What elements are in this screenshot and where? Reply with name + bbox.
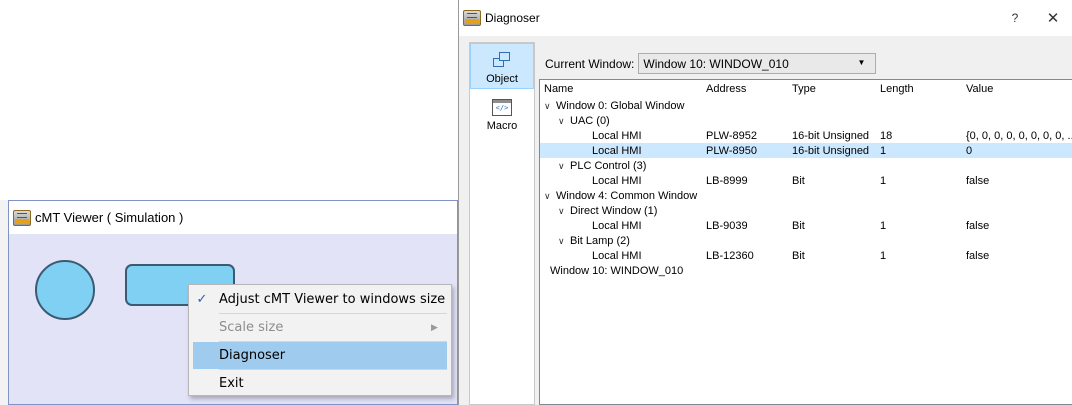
- tree-row[interactable]: ∨ UAC (0): [540, 113, 1072, 128]
- menu-item-scale-size[interactable]: Scale size ▶: [189, 314, 451, 341]
- chevron-down-icon[interactable]: ∨: [558, 236, 570, 247]
- current-window-label: Current Window:: [545, 56, 635, 71]
- current-window-value: Window 10: WINDOW_010: [643, 56, 789, 71]
- menu-item-label: Diagnoser: [219, 348, 286, 363]
- viewer-title-bar[interactable]: cMT Viewer ( Simulation ): [9, 201, 457, 234]
- current-window-row: Current Window: Window 10: WINDOW_010 ▼: [545, 53, 877, 74]
- column-header-type[interactable]: Type: [792, 83, 880, 95]
- tree-row[interactable]: Local HMI PLW-8952 16-bit Unsigned 18 {0…: [540, 128, 1072, 143]
- macro-icon: </>: [492, 99, 512, 116]
- menu-item-diagnoser[interactable]: Diagnoser: [193, 342, 447, 369]
- tab-label: Macro: [486, 120, 518, 132]
- tree-row[interactable]: Local HMI LB-8999 Bit 1 false: [540, 173, 1072, 188]
- tree-row-selected[interactable]: Local HMI PLW-8950 16-bit Unsigned 1 0: [540, 143, 1072, 158]
- object-icon: [493, 51, 511, 69]
- column-header-length[interactable]: Length: [880, 83, 966, 95]
- chevron-down-icon[interactable]: ∨: [544, 101, 556, 112]
- help-button[interactable]: ?: [996, 11, 1034, 25]
- side-tab-panel: Object </> Macro: [469, 42, 535, 405]
- context-menu: ✓ Adjust cMT Viewer to windows size Scal…: [188, 284, 452, 396]
- menu-item-adjust-size[interactable]: ✓ Adjust cMT Viewer to windows size: [189, 286, 451, 313]
- tree-header: Name Address Type Length Value: [540, 80, 1072, 98]
- checkmark-icon: ✓: [196, 292, 208, 307]
- diagnoser-window: Diagnoser ? ✕ Object </> Macro Current W…: [458, 0, 1072, 405]
- tree-row[interactable]: ∨ Bit Lamp (2): [540, 233, 1072, 248]
- tree-row[interactable]: ∨ Window 0: Global Window: [540, 98, 1072, 113]
- menu-item-exit[interactable]: Exit: [189, 370, 451, 397]
- viewer-title: cMT Viewer ( Simulation ): [35, 210, 184, 225]
- tab-label: Object: [486, 73, 518, 85]
- cmt-app-icon: [463, 10, 481, 26]
- chevron-down-icon[interactable]: ∨: [558, 161, 570, 172]
- column-header-address[interactable]: Address: [706, 83, 792, 95]
- chevron-down-icon[interactable]: ∨: [544, 191, 556, 202]
- submenu-arrow-icon: ▶: [431, 322, 438, 333]
- object-tree-list[interactable]: Name Address Type Length Value ∨ Window 0…: [539, 79, 1072, 405]
- diagnoser-body: Object </> Macro Current Window: Window …: [459, 36, 1072, 405]
- diagnoser-title: Diagnoser: [485, 11, 540, 25]
- cmt-app-icon: [13, 209, 31, 226]
- close-button[interactable]: ✕: [1034, 9, 1072, 27]
- tree-row[interactable]: Window 10: WINDOW_010: [540, 263, 1072, 278]
- tab-macro[interactable]: </> Macro: [470, 89, 534, 135]
- chevron-down-icon[interactable]: ∨: [558, 116, 570, 127]
- tab-object[interactable]: Object: [470, 43, 534, 89]
- circle-button-object[interactable]: [35, 260, 95, 320]
- tree-row[interactable]: ∨ PLC Control (3): [540, 158, 1072, 173]
- column-header-name[interactable]: Name: [540, 83, 706, 95]
- current-window-select[interactable]: Window 10: WINDOW_010 ▼: [638, 53, 877, 74]
- menu-item-label: Exit: [219, 376, 244, 391]
- menu-item-label: Scale size: [219, 320, 284, 335]
- desktop-background: [0, 0, 458, 200]
- tree-row[interactable]: ∨ Direct Window (1): [540, 203, 1072, 218]
- tree-row[interactable]: Local HMI LB-9039 Bit 1 false: [540, 218, 1072, 233]
- chevron-down-icon[interactable]: ∨: [558, 206, 570, 217]
- diagnoser-title-bar[interactable]: Diagnoser ? ✕: [459, 0, 1072, 36]
- dropdown-arrow-icon: ▼: [857, 58, 866, 67]
- tree-row[interactable]: Local HMI LB-12360 Bit 1 false: [540, 248, 1072, 263]
- tree-row[interactable]: ∨ Window 4: Common Window: [540, 188, 1072, 203]
- menu-item-label: Adjust cMT Viewer to windows size: [219, 292, 446, 307]
- column-header-value[interactable]: Value: [966, 83, 1072, 95]
